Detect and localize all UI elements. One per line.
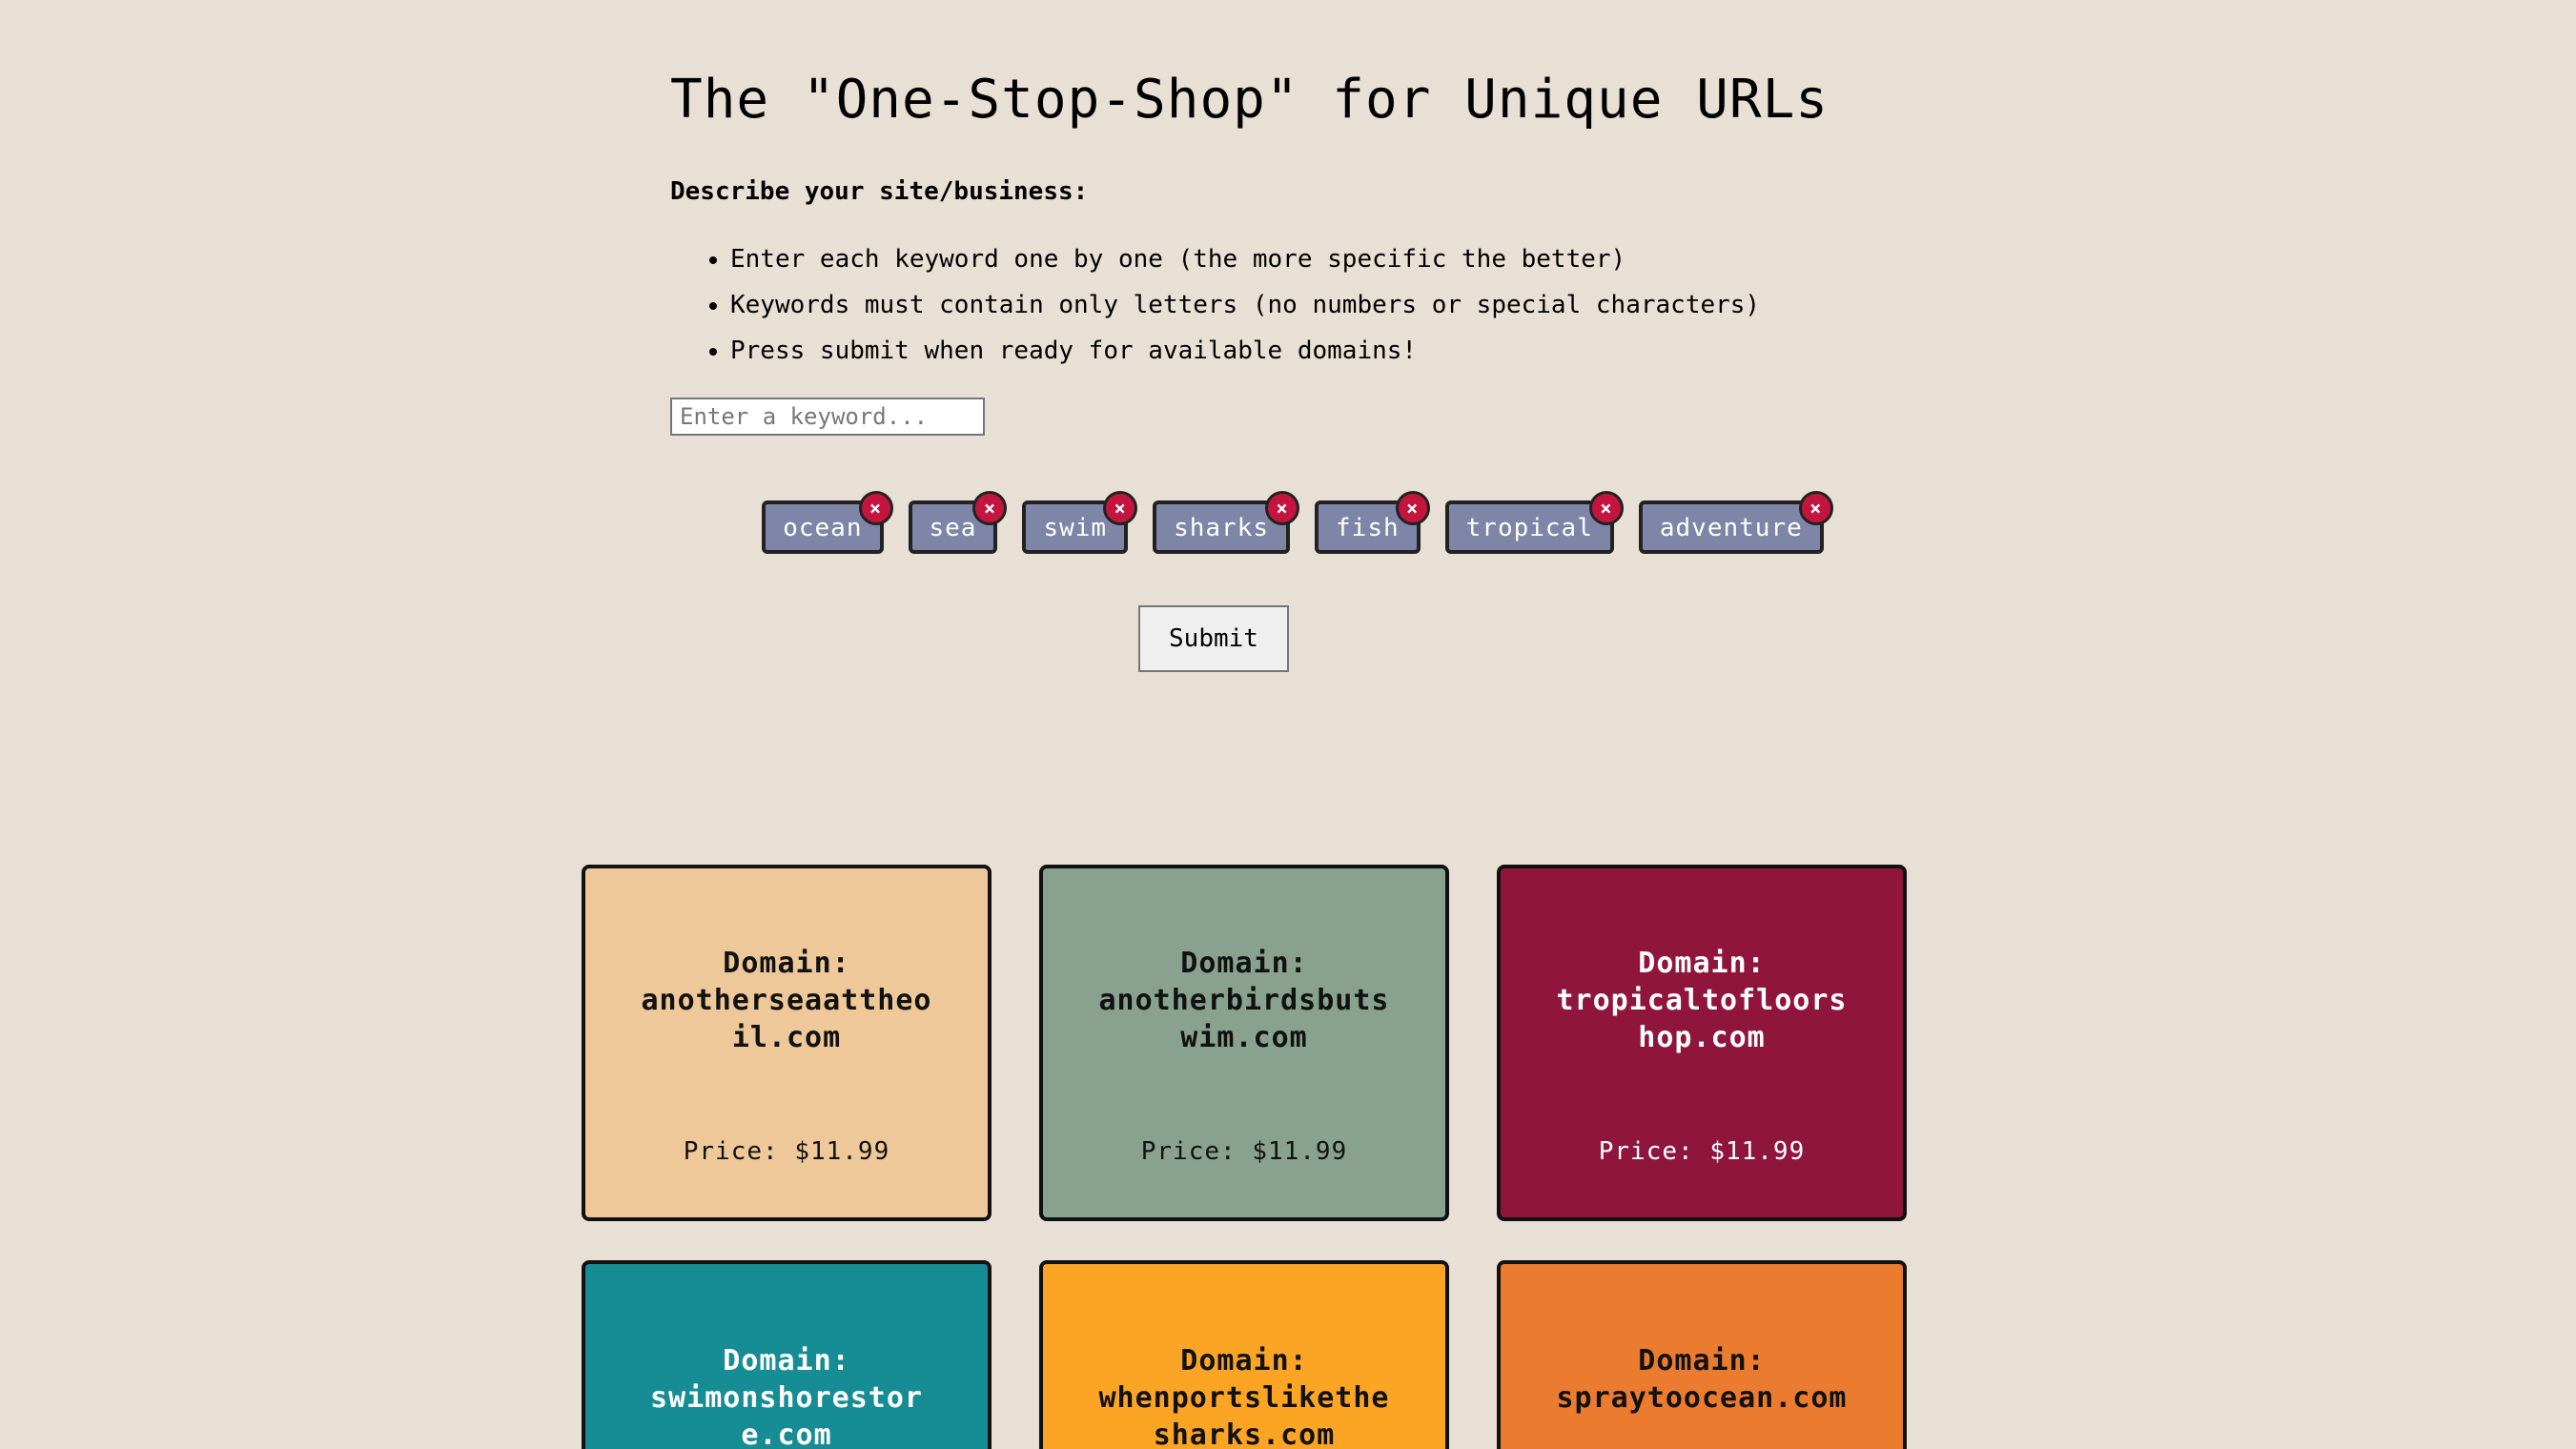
remove-tag-icon[interactable]: × bbox=[972, 491, 1008, 525]
domain-card[interactable]: Domain: spraytoocean.com bbox=[1497, 1260, 1907, 1449]
domain-name: tropicaltofloorshop.com bbox=[1556, 984, 1848, 1054]
page-title: The "One-Stop-Shop" for Unique URLs bbox=[670, 69, 1830, 131]
tag-label: sea bbox=[929, 514, 977, 542]
instruction-item: Enter each keyword one by one (the more … bbox=[730, 236, 1760, 282]
remove-tag-icon[interactable]: × bbox=[858, 491, 893, 525]
remove-tag-icon[interactable]: × bbox=[1103, 491, 1138, 525]
instruction-list: Enter each keyword one by one (the more … bbox=[670, 236, 1760, 374]
keyword-tag-sharks: sharks × bbox=[1153, 491, 1300, 554]
domain-label: Domain: bbox=[723, 947, 850, 980]
domain-price: Price: $11.99 bbox=[1598, 1137, 1806, 1166]
remove-tag-icon[interactable]: × bbox=[1395, 491, 1430, 525]
keyword-tag-list: ocean × sea × swim × sharks × fish × tro… bbox=[0, 491, 2576, 554]
card-domain: Domain: spraytoocean.com bbox=[1501, 1342, 1903, 1417]
domain-label: Domain: bbox=[1180, 947, 1308, 980]
domain-card[interactable]: Domain: anotherbirdsbutswim.com Price: $… bbox=[1039, 865, 1449, 1221]
domain-label: Domain: bbox=[1638, 947, 1766, 980]
domain-card[interactable]: Domain: anotherseaattheoil.com Price: $1… bbox=[582, 865, 992, 1221]
card-domain: Domain: whenportslikethesharks.com bbox=[1043, 1342, 1445, 1449]
domain-card[interactable]: Domain: tropicaltofloorshop.com Price: $… bbox=[1497, 865, 1907, 1221]
card-domain: Domain: swimonshorestore.com bbox=[585, 1342, 988, 1449]
keyword-tag-fish: fish × bbox=[1315, 491, 1430, 554]
instruction-item: Keywords must contain only letters (no n… bbox=[730, 282, 1760, 328]
keyword-tag-tropical: tropical × bbox=[1444, 491, 1624, 554]
keyword-tag-adventure: adventure × bbox=[1638, 491, 1833, 554]
remove-tag-icon[interactable]: × bbox=[1798, 491, 1833, 525]
domain-label: Domain: bbox=[1180, 1344, 1308, 1378]
domain-card[interactable]: Domain: whenportslikethesharks.com bbox=[1039, 1260, 1449, 1449]
domain-price: Price: $11.99 bbox=[683, 1137, 890, 1166]
domain-name: swimonshorestore.com bbox=[650, 1381, 923, 1449]
submit-button[interactable]: Submit bbox=[1138, 605, 1289, 672]
describe-label: Describe your site/business: bbox=[670, 177, 1089, 206]
remove-tag-icon[interactable]: × bbox=[1265, 491, 1300, 525]
page: The "One-Stop-Shop" for Unique URLs Desc… bbox=[0, 0, 2576, 1449]
tag-label: adventure bbox=[1659, 514, 1803, 542]
card-domain: Domain: tropicaltofloorshop.com bbox=[1501, 945, 1903, 1056]
domain-card[interactable]: Domain: swimonshorestore.com bbox=[582, 1260, 992, 1449]
tag-label: ocean bbox=[783, 514, 863, 542]
keyword-input[interactable] bbox=[670, 398, 985, 436]
tag-label: swim bbox=[1043, 514, 1108, 542]
domain-name: anotherseaattheoil.com bbox=[641, 984, 932, 1054]
domain-price: Price: $11.99 bbox=[1140, 1137, 1348, 1166]
keyword-tag-ocean: ocean × bbox=[762, 491, 893, 554]
keyword-tag-sea: sea × bbox=[908, 491, 1008, 554]
domain-name: spraytoocean.com bbox=[1556, 1381, 1848, 1415]
domain-label: Domain: bbox=[1638, 1344, 1766, 1378]
tag-label: sharks bbox=[1174, 514, 1270, 542]
tag-label: tropical bbox=[1465, 514, 1593, 542]
domain-label: Domain: bbox=[723, 1344, 850, 1378]
domain-name: whenportslikethesharks.com bbox=[1098, 1381, 1390, 1449]
instruction-item: Press submit when ready for available do… bbox=[730, 328, 1760, 374]
domain-name: anotherbirdsbutswim.com bbox=[1098, 984, 1390, 1054]
card-domain: Domain: anotherbirdsbutswim.com bbox=[1043, 945, 1445, 1056]
keyword-tag-swim: swim × bbox=[1022, 491, 1138, 554]
remove-tag-icon[interactable]: × bbox=[1588, 491, 1624, 525]
card-domain: Domain: anotherseaattheoil.com bbox=[585, 945, 988, 1056]
tag-label: fish bbox=[1336, 514, 1400, 542]
